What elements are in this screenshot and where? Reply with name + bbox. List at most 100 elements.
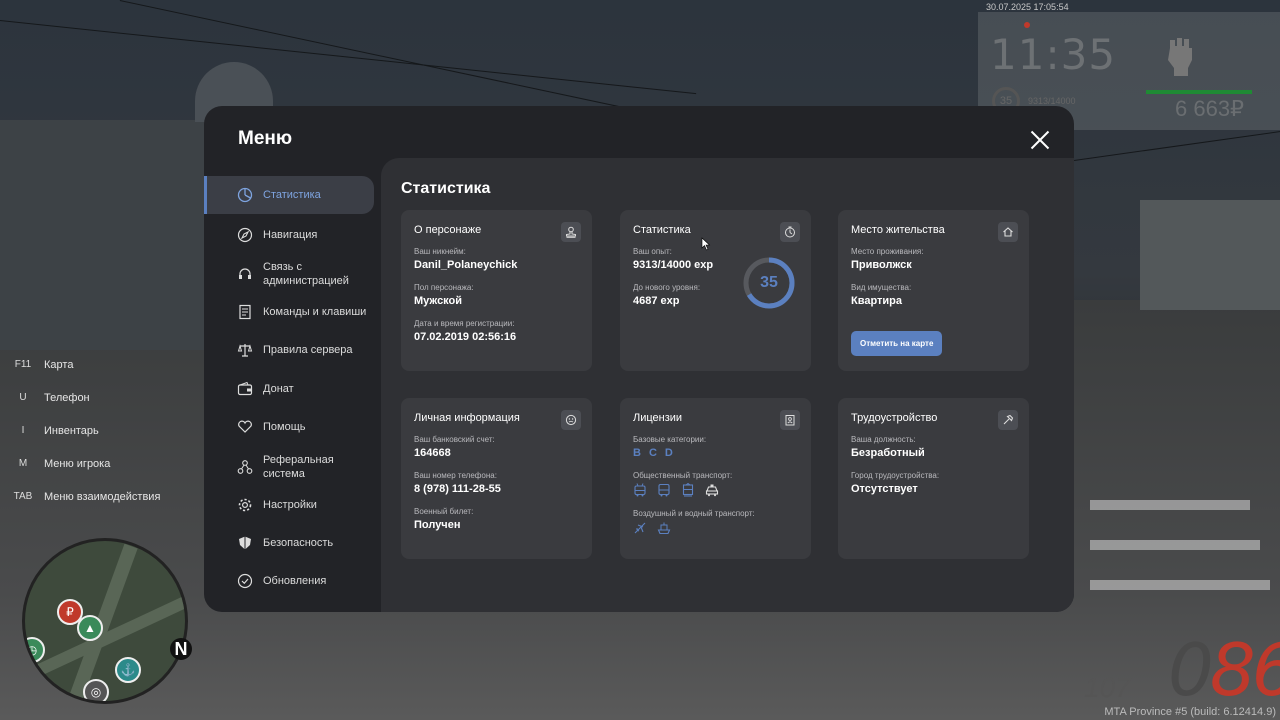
hotkey-key: TAB [13, 491, 33, 502]
mouse-cursor-icon [701, 237, 711, 251]
sidebar-item-rules[interactable]: Правила сервера [204, 331, 374, 369]
air-water-transport-label: Воздушный и водный транспорт: [633, 509, 755, 518]
id-card-icon [780, 410, 800, 430]
hud-clock: 11:35 [990, 30, 1117, 79]
military-id-value: Получен [414, 519, 461, 531]
gender-label: Пол персонажа: [414, 283, 474, 292]
hotkey-key: F11 [14, 359, 32, 370]
pie-chart-icon [237, 187, 253, 203]
base-categories: B C D [633, 447, 798, 459]
work-city-value: Отсутствует [851, 483, 918, 495]
close-button[interactable] [1030, 130, 1050, 150]
residence-card: Место жительства Место проживания: Приво… [838, 210, 1029, 371]
home-icon [998, 222, 1018, 242]
gear-readout: 0 [1168, 628, 1214, 712]
card-title: Лицензии [633, 412, 683, 424]
hotkey-item: F11 Карта [12, 348, 160, 381]
boat-icon [657, 521, 671, 535]
sidebar-item-security[interactable]: Безопасность [204, 524, 374, 562]
hud-datetime: 30.07.2025 17:05:54 [986, 2, 1069, 12]
network-icon [237, 459, 253, 475]
hotkey-item: U Телефон [12, 381, 160, 414]
card-title: О персонаже [414, 224, 482, 236]
fuel-readout: 107 [1084, 672, 1131, 703]
gear-icon [237, 497, 253, 513]
air-water-transport-icons [633, 521, 798, 535]
residence-place-value: Приволжск [851, 259, 912, 271]
sidebar-item-label: Обновления [263, 575, 327, 587]
gender-value: Мужской [414, 295, 463, 307]
license-category: B [633, 447, 641, 459]
sidebar-item-label: Команды и клавиши [263, 306, 367, 318]
license-category: C [648, 447, 657, 459]
hud-money: 6 663₽ [1175, 96, 1245, 121]
sidebar-item-commands[interactable]: Команды и клавиши [204, 293, 374, 331]
sidebar-item-help[interactable]: Помощь [204, 408, 374, 446]
card-title: Место жительства [851, 224, 945, 236]
property-label: Вид имущества: [851, 283, 912, 292]
sidebar-item-admin-contact[interactable]: Связь с администрацией [204, 254, 374, 294]
tram-icon [681, 482, 695, 497]
nickname-label: Ваш никнейм: [414, 247, 466, 256]
position-label: Ваша должность: [851, 435, 916, 444]
sidebar-item-statistics[interactable]: Статистика [204, 176, 374, 214]
hotkey-label: Меню взаимодействия [44, 490, 161, 503]
fist-icon [1168, 38, 1192, 76]
phone-value: 8 (978) 111-28-55 [414, 483, 501, 495]
residence-place-label: Место проживания: [851, 247, 924, 256]
sidebar-item-label: Реферальная система [263, 454, 334, 480]
heart-hands-icon [237, 419, 253, 435]
crosswalk-stripe [1090, 540, 1260, 550]
employment-card: Трудоустройство Ваша должность: Безработ… [838, 398, 1029, 559]
health-bar [1146, 90, 1252, 94]
crosswalk-stripe [1090, 580, 1270, 590]
card-title: Статистика [633, 224, 691, 236]
timer-icon [780, 222, 800, 242]
bank-account-value: 164668 [414, 447, 451, 459]
card-title: Трудоустройство [851, 412, 938, 424]
public-transport-icons [633, 482, 798, 497]
sidebar-item-label: Безопасность [263, 537, 334, 549]
phone-label: Ваш номер телефона: [414, 471, 497, 480]
exp-label: Ваш опыт: [633, 247, 672, 256]
hotkey-item: I Инвентарь [12, 414, 160, 447]
sidebar-item-donate[interactable]: Донат [204, 370, 374, 408]
plane-icon [633, 521, 647, 535]
sidebar-item-label: Навигация [263, 229, 318, 241]
base-categories-label: Базовые категории: [633, 435, 707, 444]
sidebar-item-label: Правила сервера [263, 344, 353, 356]
menu-title: Меню [238, 128, 293, 149]
registration-label: Дата и время регистрации: [414, 319, 515, 328]
mark-on-map-button[interactable]: Отметить на карте [851, 331, 943, 356]
north-indicator: N [170, 638, 192, 660]
bank-account-label: Ваш банковский счет: [414, 435, 495, 444]
sidebar-item-updates[interactable]: Обновления [204, 562, 374, 600]
background-building-right [1140, 200, 1280, 310]
work-city-label: Город трудоустройства: [851, 471, 940, 480]
shield-icon [237, 535, 253, 551]
sidebar-item-referral[interactable]: Реферальная система [204, 447, 374, 487]
public-transport-label: Общественный транспорт: [633, 471, 733, 480]
headset-icon [237, 266, 253, 282]
sidebar-item-label: Помощь [263, 421, 306, 433]
anchor-blip-icon: ⚓ [115, 657, 141, 683]
content-panel: Статистика О персонаже Ваш никнейм: Dani… [381, 158, 1074, 612]
hammer-icon [998, 410, 1018, 430]
position-value: Безработный [851, 447, 925, 459]
build-info: MTA Province #5 (build: 6.12414.9) [1104, 706, 1276, 718]
player-blip-icon: ▲ [77, 615, 103, 641]
stats-card: Статистика Ваш опыт: 9313/14000 exp До н… [620, 210, 811, 371]
minimap[interactable]: ₽ ▲ ◷ ⚓ ◎ [22, 538, 188, 704]
content-title: Статистика [401, 180, 491, 197]
registration-value: 07.02.2019 02:56:16 [414, 331, 517, 343]
menu-window: Меню Статистика Навигация Связь с админи… [204, 106, 1074, 612]
hotkey-list: F11 Карта U Телефон I Инвентарь M Меню игрок… [12, 348, 161, 513]
nickname-value: Danil_Polaneychick [414, 259, 518, 271]
trolleybus-icon [633, 483, 647, 497]
sidebar-item-label: Связь с администрацией [263, 261, 349, 287]
sidebar-item-navigation[interactable]: Навигация [204, 216, 374, 254]
sidebar-item-settings[interactable]: Настройки [204, 486, 374, 524]
military-id-label: Военный билет: [414, 507, 474, 516]
hud-exp: 9313/14000 [1028, 96, 1076, 106]
sidebar-item-label: Донат [263, 383, 294, 395]
